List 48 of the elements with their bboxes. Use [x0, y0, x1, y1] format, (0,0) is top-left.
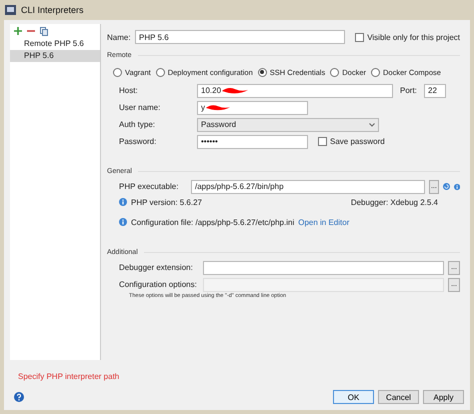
field-label: Name:: [107, 32, 131, 42]
input-field[interactable]: 10.20: [197, 84, 393, 98]
info-icon: [119, 198, 127, 206]
checkbox[interactable]: [318, 137, 327, 146]
redaction-scribble-drawing: [221, 86, 250, 95]
info-icon: [119, 218, 127, 226]
password-field[interactable]: ••••••: [197, 134, 308, 148]
field-label: Password:: [119, 137, 158, 146]
redaction-scribble-drawing: [205, 103, 231, 112]
dialog-button[interactable]: Apply: [423, 390, 464, 404]
field-label: Configuration options:: [119, 280, 198, 289]
error-message: Specify PHP interpreter path: [18, 372, 120, 381]
window-title: CLI Interpreters: [21, 5, 84, 15]
auth-type-dropdown[interactable]: Password: [197, 118, 379, 132]
refresh-icon[interactable]: [442, 182, 450, 191]
open-in-editor-link[interactable]: Open in Editor: [298, 218, 350, 226]
checkbox-label: Visible only for this project: [367, 32, 460, 42]
debugger-text: Debugger: Xdebug 2.5.4: [350, 198, 438, 206]
input-field[interactable]: y: [197, 100, 308, 114]
radio-button[interactable]: [156, 68, 165, 76]
field-label: User name:: [119, 103, 162, 112]
remove-icon[interactable]: [27, 27, 35, 35]
add-icon[interactable]: [14, 27, 22, 35]
dialog-button[interactable]: Cancel: [378, 390, 419, 404]
interpreter-item[interactable]: PHP 5.6: [10, 50, 100, 62]
info-icon: [454, 182, 460, 190]
input-field[interactable]: [203, 260, 444, 274]
checkbox-label: Save password: [330, 137, 385, 146]
field-label: Auth type:: [119, 120, 156, 129]
input-field[interactable]: 22: [424, 84, 446, 98]
help-icon[interactable]: [14, 392, 24, 402]
field-label: Port:: [400, 86, 418, 95]
field-label: Debugger extension:: [119, 263, 194, 272]
field-label: Host:: [119, 86, 139, 95]
radio-button[interactable]: [371, 68, 380, 76]
radio-button[interactable]: [258, 68, 267, 76]
dialog-button[interactable]: OK: [333, 390, 374, 404]
copy-icon[interactable]: [40, 26, 48, 36]
input-field[interactable]: PHP 5.6: [135, 30, 346, 44]
input-field[interactable]: /apps/php-5.6.27/bin/php: [191, 180, 425, 194]
app-icon: [5, 5, 16, 15]
caret-icon: [369, 122, 375, 126]
php-version-text: PHP version: 5.6.27: [131, 198, 202, 206]
radio-button[interactable]: [113, 68, 122, 76]
radio-button[interactable]: [330, 68, 340, 76]
field-label: PHP executable:: [119, 182, 180, 191]
config-file-text: Configuration file: /apps/php-5.6.27/etc/php.ini: [131, 218, 294, 226]
checkbox[interactable]: [355, 32, 364, 42]
